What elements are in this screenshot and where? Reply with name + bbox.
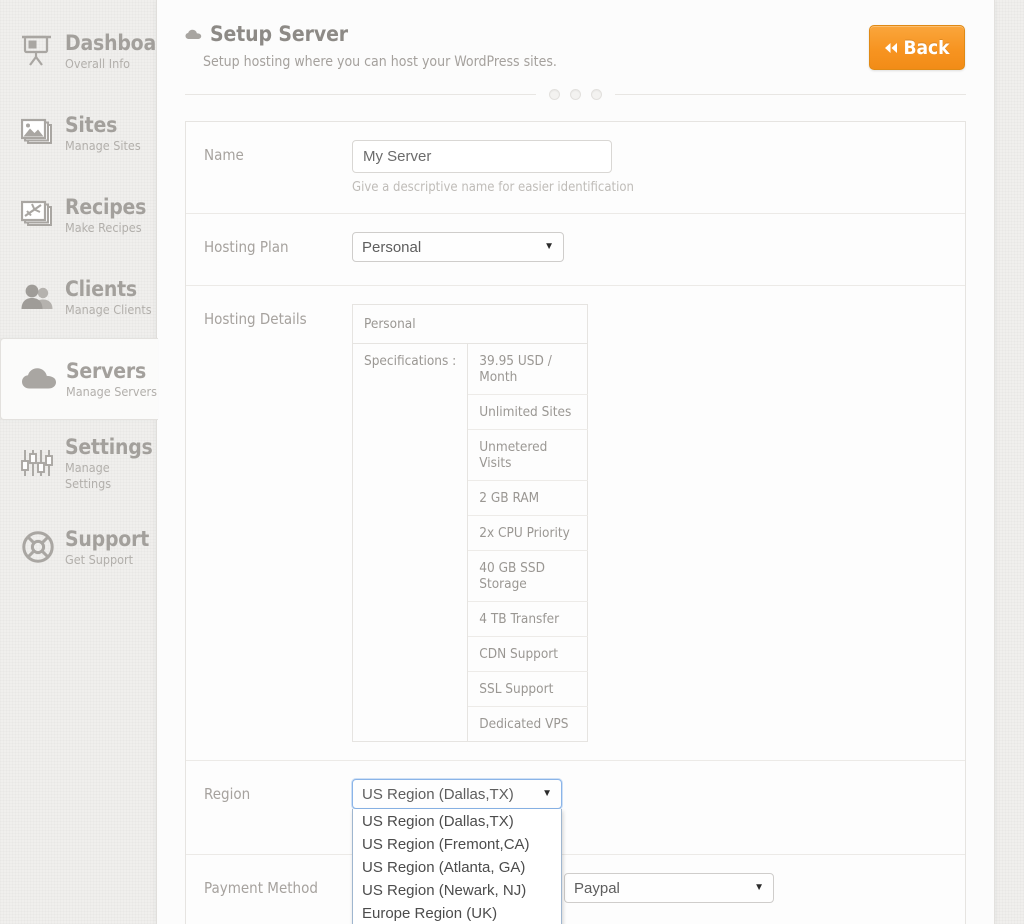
sidebar-item-subtitle: Manage Settings	[65, 459, 112, 491]
server-name-input[interactable]	[352, 140, 612, 173]
region-options-list[interactable]: US Region (Dallas,TX) US Region (Fremont,…	[352, 809, 562, 924]
sidebar-item-title: Sites	[65, 112, 118, 137]
form-row-payment-method: Payment Method Paypal ▼	[186, 855, 965, 924]
form-row-hosting-plan: Hosting Plan Personal ▼	[186, 214, 965, 286]
cloud-icon	[21, 361, 57, 397]
sidebar-item-title: Support	[65, 526, 150, 551]
spec-value-cell: CDN Support	[467, 636, 588, 672]
spec-value-cell: 4 TB Transfer	[467, 601, 588, 637]
page-header: Setup Server Setup hosting where you can…	[157, 0, 994, 70]
steps-dots	[536, 89, 615, 100]
spec-value-cell: Unlimited Sites	[467, 394, 588, 430]
sidebar-item-title: Recipes	[65, 194, 147, 219]
step-dot-1[interactable]	[549, 89, 560, 100]
back-button[interactable]: Back	[869, 25, 965, 70]
sidebar-item-title: Settings	[65, 434, 153, 459]
region-select[interactable]: US Region (Dallas,TX) ▼	[352, 779, 562, 809]
sidebar-item-support[interactable]: Support Get Support	[0, 506, 156, 588]
sidebar-item-title: Clients	[65, 276, 137, 301]
back-button-label: Back	[903, 36, 950, 59]
sidebar-item-recipes[interactable]: Recipes Make Recipes	[0, 174, 156, 256]
sidebar-item-subtitle: Manage Servers	[66, 383, 157, 399]
hosting-details-table: Personal Specifications :39.95 USD / Mont…	[352, 304, 588, 742]
hosting-plan-value: Personal	[362, 239, 422, 256]
spec-value-cell: 39.95 USD / Month	[467, 343, 588, 395]
setup-server-form: Name Give a descriptive name for easier …	[185, 121, 966, 924]
region-option[interactable]: US Region (Dallas,TX)	[353, 810, 561, 833]
payment-method-label: Payment Method	[204, 879, 318, 897]
sidebar-item-dashboard[interactable]: Dashboard Overall Info	[0, 10, 179, 92]
region-option[interactable]: US Region (Atlanta, GA)	[353, 856, 561, 879]
page-subtitle: Setup hosting where you can host your Wo…	[203, 54, 557, 70]
steps-line-left	[185, 94, 536, 95]
sidebar-item-settings[interactable]: Settings Manage Settings	[0, 422, 156, 504]
step-dot-2[interactable]	[570, 89, 581, 100]
spec-value-cell: SSL Support	[467, 671, 588, 707]
name-label: Name	[204, 146, 244, 164]
sidebar-item-servers[interactable]: Servers Manage Servers	[0, 338, 158, 420]
region-option[interactable]: US Region (Newark, NJ)	[353, 879, 561, 902]
region-option[interactable]: Europe Region (UK)	[353, 902, 561, 924]
step-dot-3[interactable]	[591, 89, 602, 100]
fast-backward-icon	[884, 37, 898, 59]
table-row: Specifications :39.95 USD / Month	[352, 343, 588, 742]
spec-value-cell: 40 GB SSD Storage	[467, 550, 588, 602]
page-title: Setup Server	[185, 22, 964, 46]
hosting-plan-select[interactable]: Personal ▼	[352, 232, 564, 262]
sidebar-item-clients[interactable]: Clients Manage Clients	[0, 256, 156, 338]
hosting-details-label: Hosting Details	[204, 310, 307, 328]
table-row: Personal	[352, 304, 588, 344]
name-hint: Give a descriptive name for easier ident…	[352, 180, 634, 195]
sidebar-item-title: Servers	[66, 358, 147, 383]
hosting-plan-label: Hosting Plan	[204, 238, 289, 256]
form-row-name: Name Give a descriptive name for easier …	[186, 122, 965, 214]
recipes-icon	[20, 197, 56, 233]
sidebar-item-subtitle: Manage Sites	[65, 137, 141, 153]
dashboard-icon	[20, 33, 56, 69]
chevron-down-icon: ▼	[754, 882, 764, 893]
spec-value-cell: Unmetered Visits	[467, 429, 588, 481]
sidebar-item-subtitle: Get Support	[65, 551, 134, 567]
page-title-text: Setup Server	[210, 22, 349, 46]
cloud-icon	[185, 29, 202, 40]
sliders-icon	[20, 445, 56, 481]
chevron-down-icon: ▼	[542, 788, 552, 799]
sites-icon	[20, 115, 56, 151]
sidebar-item-subtitle: Manage Clients	[65, 301, 152, 317]
payment-method-select[interactable]: Paypal ▼	[564, 873, 774, 903]
form-row-region: Region US Region (Dallas,TX) ▼ US Region…	[186, 761, 965, 924]
spec-label-cell: Specifications :	[352, 343, 469, 742]
sidebar-item-sites[interactable]: Sites Manage Sites	[0, 92, 156, 174]
payment-method-value: Paypal	[574, 880, 620, 897]
sidebar-item-subtitle: Make Recipes	[65, 219, 142, 235]
step-indicator	[185, 89, 966, 100]
spec-value-cell: 2x CPU Priority	[467, 515, 588, 551]
form-row-hosting-details: Hosting Details Personal Specifications :…	[186, 286, 965, 761]
sidebar: Dashboard Overall Info Sites Manage Sites Re…	[0, 0, 179, 924]
clients-icon	[20, 279, 56, 315]
region-value: US Region (Dallas,TX)	[362, 786, 514, 803]
region-option[interactable]: US Region (Fremont,CA)	[353, 833, 561, 856]
spec-value-cell: 2 GB RAM	[467, 480, 588, 516]
lifering-icon	[20, 529, 56, 565]
region-label: Region	[204, 785, 251, 803]
main-panel: Setup Server Setup hosting where you can…	[156, 0, 995, 924]
chevron-down-icon: ▼	[544, 241, 554, 252]
plan-name-cell: Personal	[352, 304, 588, 344]
steps-line-right	[615, 94, 966, 95]
spec-value-cell: Dedicated VPS	[479, 716, 569, 732]
